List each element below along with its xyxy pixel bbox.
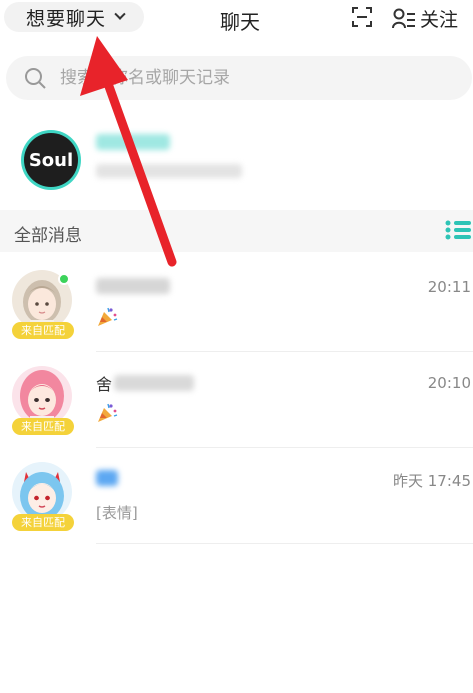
search-icon bbox=[25, 68, 46, 89]
search-input[interactable] bbox=[60, 68, 440, 88]
match-badge: 来自匹配 bbox=[12, 514, 74, 531]
contact-name-blurred bbox=[114, 375, 195, 391]
scan-icon[interactable] bbox=[352, 7, 372, 27]
official-preview-blurred bbox=[96, 164, 242, 178]
list-item[interactable]: 来自匹配 舍 20:10 bbox=[0, 352, 473, 448]
contact-name: 舍 bbox=[96, 374, 195, 394]
avatar bbox=[12, 366, 72, 426]
follow-label: 关注 bbox=[420, 9, 459, 31]
list-item[interactable]: 来自匹配 20:11 bbox=[0, 256, 473, 352]
party-popper-icon bbox=[98, 307, 118, 326]
divider bbox=[96, 543, 473, 544]
user-list-icon bbox=[392, 8, 415, 28]
official-name-blurred bbox=[96, 134, 170, 150]
contact-name-blurred bbox=[96, 278, 170, 294]
message-preview: [表情] bbox=[96, 504, 138, 522]
page-title: 聊天 bbox=[220, 10, 260, 34]
mood-label: 想要聊天 bbox=[26, 7, 107, 30]
match-badge: 来自匹配 bbox=[12, 418, 74, 435]
section-title: 全部消息 bbox=[14, 226, 82, 246]
online-status-dot bbox=[58, 273, 70, 285]
contact-name bbox=[96, 470, 118, 488]
search-bar[interactable] bbox=[6, 56, 472, 100]
soul-avatar: Soul bbox=[21, 130, 81, 190]
soul-logo: Soul bbox=[24, 133, 78, 187]
chevron-down-icon bbox=[114, 8, 126, 20]
official-conversation[interactable]: Soul bbox=[0, 120, 473, 204]
message-time: 昨天 17:45 bbox=[393, 472, 471, 490]
contact-name bbox=[96, 278, 170, 296]
match-badge: 来自匹配 bbox=[12, 322, 74, 339]
contact-name-blurred bbox=[96, 470, 118, 486]
message-time: 20:10 bbox=[427, 374, 471, 392]
message-time: 20:11 bbox=[427, 278, 471, 296]
mood-selector[interactable]: 想要聊天 bbox=[4, 2, 144, 32]
top-bar: 想要聊天 聊天 关注 bbox=[0, 0, 473, 36]
avatar bbox=[12, 462, 72, 522]
party-popper-icon bbox=[98, 403, 118, 422]
follow-button[interactable]: 关注 bbox=[392, 5, 458, 32]
list-toggle-icon[interactable] bbox=[445, 219, 471, 241]
all-messages-header: 全部消息 bbox=[0, 210, 473, 252]
contact-name-visible: 舍 bbox=[96, 375, 113, 394]
list-item[interactable]: 来自匹配 昨天 17:45 [表情] bbox=[0, 448, 473, 544]
